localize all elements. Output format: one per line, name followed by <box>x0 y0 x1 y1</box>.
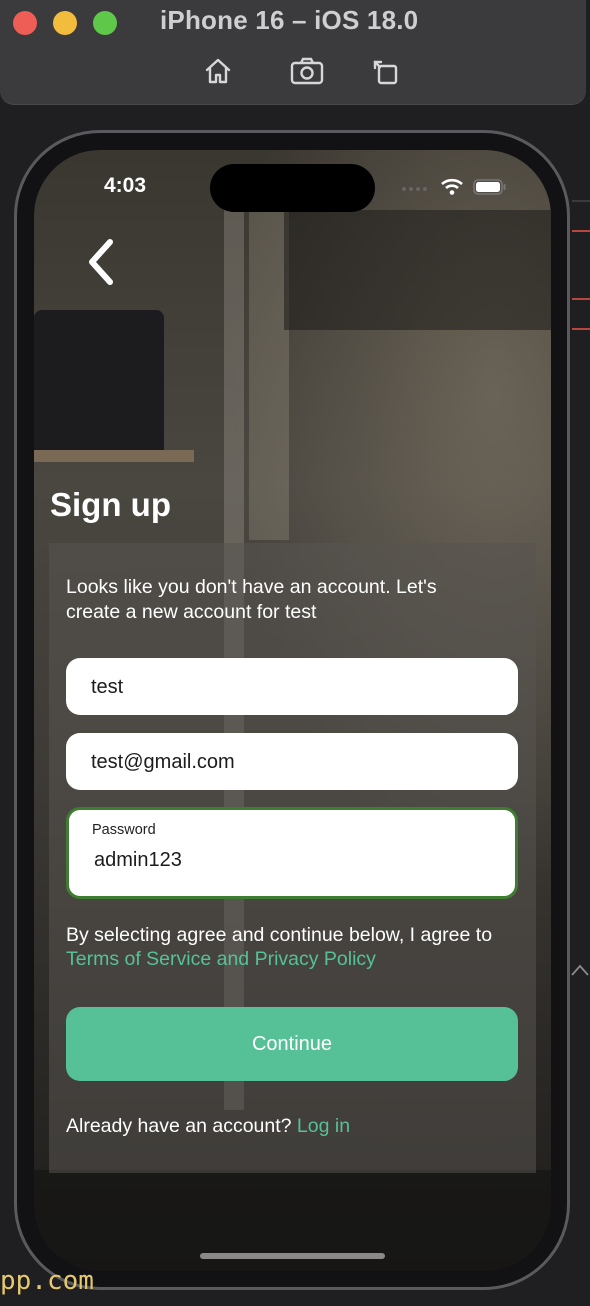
simulator-toolbar: iPhone 16 – iOS 18.0 <box>0 0 586 105</box>
window-close-button[interactable] <box>13 11 37 35</box>
page-title: Sign up <box>50 486 171 523</box>
background-bag <box>34 310 164 460</box>
editor-line <box>572 328 590 330</box>
status-indicators <box>401 178 507 200</box>
terms-statement: By selecting agree and continue below, I… <box>66 924 493 946</box>
continue-button[interactable]: Continue <box>66 1007 518 1081</box>
screenshot-icon[interactable] <box>290 56 324 86</box>
window-minimize-button[interactable] <box>53 11 77 35</box>
background-code-text: pp.com <box>0 1266 94 1296</box>
signal-icon <box>401 180 431 198</box>
back-button[interactable] <box>84 238 124 286</box>
background-ceiling <box>284 210 551 330</box>
window-zoom-button[interactable] <box>93 11 117 35</box>
chevron-left-icon <box>84 239 124 290</box>
chevron-up-icon <box>570 962 590 978</box>
editor-line <box>572 230 590 232</box>
rotate-icon[interactable] <box>371 56 401 86</box>
editor-line <box>572 200 590 202</box>
battery-icon <box>473 178 507 200</box>
password-field-value: admin123 <box>94 849 182 871</box>
wifi-icon <box>441 178 463 200</box>
email-field-value: test@gmail.com <box>91 751 235 773</box>
background-door <box>249 210 289 540</box>
password-field[interactable]: Password admin123 <box>66 807 518 899</box>
background-shelf <box>34 450 194 462</box>
device-screen: 4:03 Sign up Looks like you don't have a… <box>34 150 551 1271</box>
intro-text: Looks like you don't have an account. Le… <box>66 576 437 623</box>
dynamic-island <box>210 164 375 212</box>
name-field[interactable]: test <box>66 658 518 715</box>
terms-link[interactable]: Terms of Service and Privacy Policy <box>66 948 376 970</box>
password-field-label: Password <box>92 822 156 838</box>
simulator-title: iPhone 16 – iOS 18.0 <box>160 5 419 35</box>
signup-card: Looks like you don't have an account. Le… <box>49 543 536 1173</box>
status-time: 4:03 <box>104 174 147 197</box>
name-field-value: test <box>91 676 124 698</box>
terms-text: By selecting agree and continue below, I… <box>66 923 526 971</box>
login-prompt: Already have an account? Log in <box>66 1115 350 1138</box>
editor-line <box>572 298 590 300</box>
home-indicator[interactable] <box>200 1253 385 1259</box>
email-field[interactable]: test@gmail.com <box>66 733 518 790</box>
login-link[interactable]: Log in <box>297 1115 350 1137</box>
login-prompt-text: Already have an account? <box>66 1115 292 1137</box>
home-icon[interactable] <box>203 56 233 86</box>
